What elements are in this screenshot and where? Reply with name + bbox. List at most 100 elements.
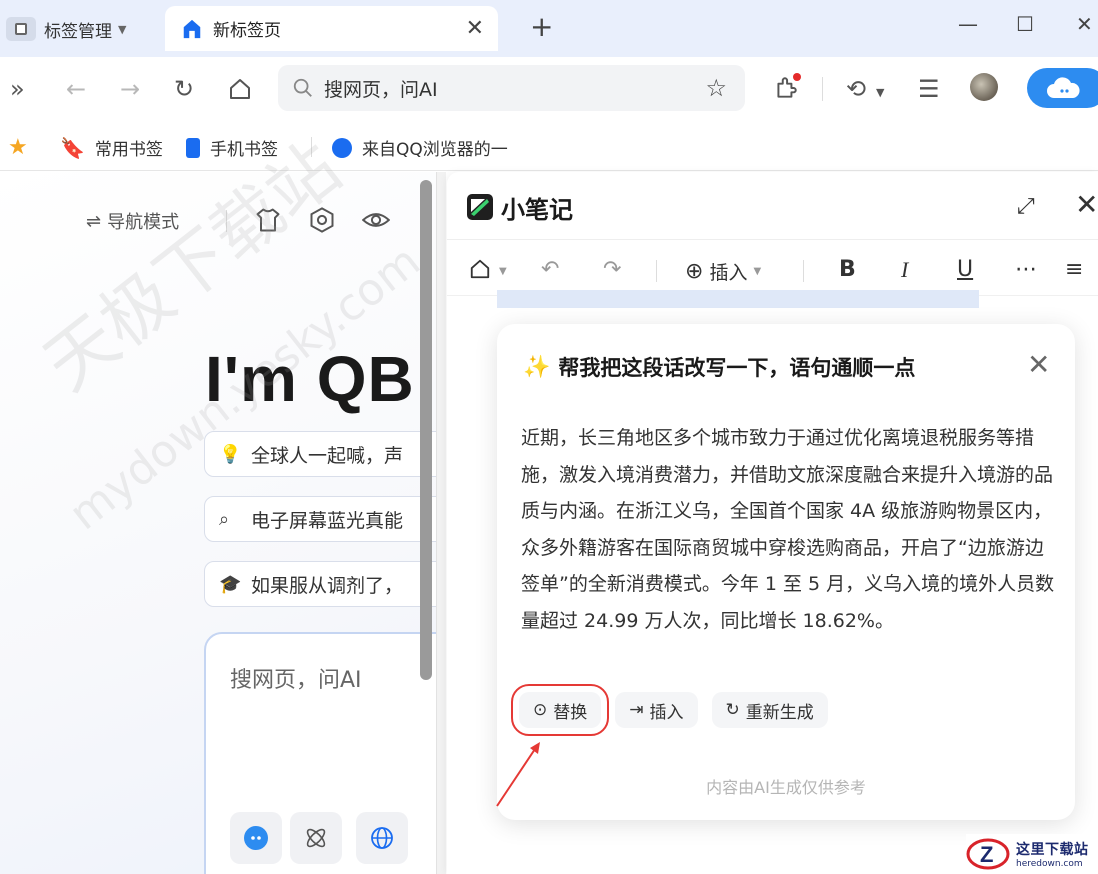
tab-new-tab[interactable]: 新标签页 ✕ xyxy=(165,6,498,51)
toolbar-divider xyxy=(822,77,823,101)
input-placeholder: 搜网页，问AI xyxy=(230,668,362,693)
insert-label: 插入 xyxy=(649,702,684,723)
site-logo-name: 这里下载站 xyxy=(1016,842,1089,858)
cloud-icon xyxy=(1047,77,1080,98)
annotation-arrow-icon xyxy=(496,742,540,807)
more-icon[interactable]: ⋯ xyxy=(1015,256,1037,284)
forward-button[interactable]: → xyxy=(120,75,140,103)
atom-button[interactable] xyxy=(290,812,342,864)
bookmark-common[interactable]: 🔖 常用书签 xyxy=(60,135,163,161)
home-button[interactable] xyxy=(228,77,252,101)
insert-menu-button[interactable]: ⊕ 插入 ▼ xyxy=(685,258,761,285)
cloud-sync-button[interactable] xyxy=(1027,68,1098,108)
tab-group-label: 标签管理 xyxy=(44,21,112,42)
toolbar-divider xyxy=(656,260,657,282)
minimize-button[interactable]: — xyxy=(958,12,978,36)
suggestion-text: 全球人一起喊，声 xyxy=(251,444,404,467)
avatar[interactable] xyxy=(970,73,998,101)
replace-label: 替换 xyxy=(553,702,588,723)
address-bar[interactable]: 搜网页，问AI ☆ xyxy=(278,65,745,111)
bold-icon[interactable]: B xyxy=(839,256,856,284)
bookmark-qq-imported[interactable]: 来自QQ浏览器的一 xyxy=(332,135,508,160)
ai-disclaimer: 内容由AI生成仅供参考 xyxy=(706,778,866,797)
suggestion-text: 如果服从调剂了， xyxy=(251,574,404,597)
bookmarks-bar: ★ 🔖 常用书签 手机书签 来自QQ浏览器的一 xyxy=(0,123,1098,171)
refresh-icon: ↻ xyxy=(725,700,740,720)
globe-icon xyxy=(371,827,393,849)
scrollbar[interactable] xyxy=(420,180,432,680)
phone-icon xyxy=(186,137,200,158)
bookmark-divider xyxy=(311,137,312,157)
expand-icon[interactable]: ⤢ xyxy=(1017,194,1035,219)
suggestion-item[interactable]: 🎓 如果服从调剂了， xyxy=(204,561,436,607)
suggestion-item[interactable]: ⌕ 电子屏幕蓝光真能 xyxy=(204,496,436,542)
suggestion-item[interactable]: 💡 全球人一起喊，声 xyxy=(204,431,436,477)
home-caret-icon[interactable]: ▼ xyxy=(499,258,507,286)
close-window-button[interactable]: ✕ xyxy=(1076,12,1093,36)
plus-circle-icon: ⊕ xyxy=(685,259,704,284)
insert-label: 插入 xyxy=(709,262,748,284)
browser-toolbar: » ← → ↻ 搜网页，问AI ☆ ⟲ ▼ ☰ xyxy=(0,57,1098,123)
panel-divider[interactable] xyxy=(436,172,446,874)
insert-icon: ⇥ xyxy=(629,700,644,720)
eye-icon[interactable] xyxy=(362,206,390,234)
bookmark-star-icon[interactable]: ☆ xyxy=(705,74,727,102)
tab-group-icon xyxy=(6,17,36,41)
nav-mode-toggle[interactable]: ⇌ 导航模式 xyxy=(86,208,179,234)
insert-button[interactable]: ⇥ 插入 xyxy=(615,692,698,728)
check-circle-icon: ⊙ xyxy=(533,700,548,720)
tab-group-manager[interactable]: 标签管理 ▼ xyxy=(0,8,126,50)
double-chevron-right-icon[interactable]: » xyxy=(10,75,25,103)
globe-button[interactable] xyxy=(356,812,408,864)
tab-label: 新标签页 xyxy=(213,21,281,41)
bookmark-mobile[interactable]: 手机书签 xyxy=(186,135,278,160)
replace-button[interactable]: ⊙ 替换 xyxy=(510,684,610,736)
ai-card-title: ✨ 帮我把这段话改写一下，语句通顺一点 xyxy=(523,352,915,382)
close-panel-icon[interactable]: ✕ xyxy=(1075,188,1098,221)
maximize-button[interactable]: ☐ xyxy=(1016,12,1034,36)
notes-toolbar: ▼ ↶ ↷ ⊕ 插入 ▼ B I U ⋯ ≡ xyxy=(447,244,1098,296)
caret-down-icon: ▼ xyxy=(118,22,127,36)
new-tab-page: ⇌ 导航模式 I'm QB 💡 全球人一起喊，声 ⌕ 电子屏幕蓝光真能 🎓 如果… xyxy=(0,172,436,874)
qq-browser-icon xyxy=(332,137,352,158)
reload-button[interactable]: ↻ xyxy=(174,75,194,103)
history-icon[interactable]: ⟲ xyxy=(846,75,866,103)
regenerate-button[interactable]: ↻ 重新生成 xyxy=(711,692,828,728)
graduation-cap-icon: 🎓 xyxy=(219,573,242,595)
ai-assistant-button[interactable] xyxy=(230,812,282,864)
atom-icon xyxy=(306,828,326,848)
toolbar-divider xyxy=(803,260,804,282)
italic-icon[interactable]: I xyxy=(901,256,908,284)
nav-divider xyxy=(226,210,227,232)
favorites-star-icon[interactable]: ★ xyxy=(8,135,28,160)
settings-icon[interactable] xyxy=(308,206,336,234)
history-caret-icon[interactable]: ▼ xyxy=(876,79,884,107)
close-tab-icon[interactable]: ✕ xyxy=(466,16,484,41)
align-icon[interactable]: ≡ xyxy=(1065,256,1083,284)
svg-text:Z: Z xyxy=(980,842,993,867)
sparkle-icon: ✨ xyxy=(523,354,551,380)
notes-header: 小笔记 ⤢ ✕ xyxy=(447,172,1098,240)
undo-icon[interactable]: ↶ xyxy=(541,256,559,284)
home-icon[interactable] xyxy=(469,258,491,280)
search-icon xyxy=(293,78,312,97)
skin-icon[interactable] xyxy=(254,206,282,234)
swap-icon: ⇌ xyxy=(86,210,102,232)
back-button[interactable]: ← xyxy=(66,75,86,103)
underline-icon[interactable]: U xyxy=(957,256,973,284)
new-tab-button[interactable]: + xyxy=(530,10,553,44)
home-icon xyxy=(183,19,201,38)
notification-dot xyxy=(793,73,801,81)
ai-prompt-text: 帮我把这段话改写一下，语句通顺一点 xyxy=(558,356,916,380)
ai-search-input[interactable]: 搜网页，问AI xyxy=(204,632,436,874)
ai-result-text: 近期，长三角地区多个城市致力于通过优化离境退税服务等措施，激发入境消费潜力，并借… xyxy=(521,427,1055,632)
menu-icon[interactable]: ☰ xyxy=(918,75,940,103)
caret-down-icon: ▼ xyxy=(753,266,762,277)
address-bar-text: 搜网页，问AI xyxy=(324,78,438,101)
close-card-icon[interactable]: ✕ xyxy=(1027,348,1050,381)
page-title: I'm QB xyxy=(205,343,415,415)
redo-icon[interactable]: ↷ xyxy=(603,256,621,284)
ai-rewrite-card: ✨ 帮我把这段话改写一下，语句通顺一点 ✕ 近期，长三角地区多个城市致力于通过优… xyxy=(497,324,1075,820)
bookmark-label: 来自QQ浏览器的一 xyxy=(362,140,508,160)
notes-title: 小笔记 xyxy=(501,196,573,224)
